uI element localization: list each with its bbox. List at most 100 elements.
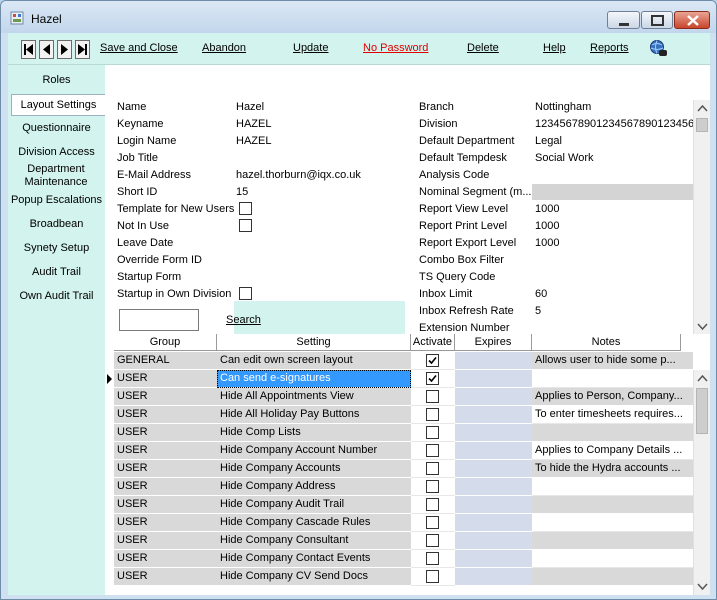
- branch-field[interactable]: Nottingham: [535, 101, 591, 113]
- expires-cell[interactable]: [455, 406, 532, 424]
- table-row[interactable]: GENERAL Can edit own screen layout Allows …: [105, 352, 693, 370]
- row-indicator[interactable]: [105, 388, 114, 406]
- notes-cell[interactable]: [532, 532, 693, 550]
- group-cell[interactable]: USER: [114, 550, 217, 568]
- expires-cell[interactable]: [455, 442, 532, 460]
- short-id-field[interactable]: 15: [236, 186, 248, 198]
- row-indicator[interactable]: [105, 568, 114, 586]
- report-view-level-field[interactable]: 1000: [535, 203, 559, 215]
- table-row[interactable]: USER Hide Company Account Number Applies t…: [105, 442, 693, 460]
- table-row[interactable]: USER Hide All Appointments View Applies to…: [105, 388, 693, 406]
- setting-cell[interactable]: Can send e-signatures: [217, 370, 411, 388]
- setting-cell[interactable]: Hide Company CV Send Docs: [217, 568, 411, 586]
- help-button[interactable]: Help: [543, 42, 566, 54]
- table-row[interactable]: USER Hide Comp Lists: [105, 424, 693, 442]
- table-row[interactable]: USER Hide Company Consultant: [105, 532, 693, 550]
- row-indicator[interactable]: [105, 478, 114, 496]
- expires-cell[interactable]: [455, 460, 532, 478]
- row-indicator[interactable]: [105, 370, 114, 388]
- sidebar-item-roles[interactable]: Roles: [10, 74, 103, 87]
- first-record-button[interactable]: [21, 40, 36, 59]
- not-in-use-checkbox[interactable]: [239, 219, 252, 232]
- table-row[interactable]: USER Hide All Holiday Pay Buttons To enter…: [105, 406, 693, 424]
- row-indicator[interactable]: [105, 550, 114, 568]
- col-header-notes[interactable]: Notes: [532, 334, 681, 351]
- notes-cell[interactable]: Applies to Company Details ...: [532, 442, 693, 460]
- report-print-level-field[interactable]: 1000: [535, 220, 559, 232]
- globe-phone-icon[interactable]: [649, 39, 668, 58]
- activate-checkbox[interactable]: [426, 354, 439, 367]
- default-department-field[interactable]: Legal: [535, 135, 562, 147]
- activate-cell[interactable]: [411, 424, 455, 442]
- table-row[interactable]: USER Hide Company Address: [105, 478, 693, 496]
- inbox-refresh-rate-field[interactable]: 5: [535, 305, 541, 317]
- notes-cell[interactable]: [532, 424, 693, 442]
- activate-cell[interactable]: [411, 388, 455, 406]
- scroll-thumb[interactable]: [696, 118, 708, 132]
- setting-cell[interactable]: Hide All Holiday Pay Buttons: [217, 406, 411, 424]
- template-new-users-checkbox[interactable]: [239, 202, 252, 215]
- setting-cell[interactable]: Hide Company Address: [217, 478, 411, 496]
- row-indicator[interactable]: [105, 406, 114, 424]
- row-indicator[interactable]: [105, 514, 114, 532]
- activate-checkbox[interactable]: [426, 444, 439, 457]
- col-header-activate[interactable]: Activate: [411, 334, 455, 351]
- scroll-down-icon[interactable]: [694, 318, 710, 335]
- col-header-group[interactable]: Group: [114, 334, 217, 351]
- table-row[interactable]: USER Can send e-signatures: [105, 370, 693, 388]
- row-indicator[interactable]: [105, 442, 114, 460]
- row-indicator[interactable]: [105, 496, 114, 514]
- notes-cell[interactable]: Allows user to hide some p...: [532, 352, 693, 370]
- group-cell[interactable]: USER: [114, 406, 217, 424]
- activate-cell[interactable]: [411, 514, 455, 532]
- scroll-up-icon[interactable]: [694, 100, 710, 117]
- group-cell[interactable]: USER: [114, 370, 217, 388]
- keyname-field[interactable]: HAZEL: [236, 118, 271, 130]
- group-cell[interactable]: USER: [114, 478, 217, 496]
- expires-cell[interactable]: [455, 424, 532, 442]
- expires-cell[interactable]: [455, 352, 532, 370]
- group-cell[interactable]: USER: [114, 496, 217, 514]
- startup-own-division-checkbox[interactable]: [239, 287, 252, 300]
- group-cell[interactable]: USER: [114, 514, 217, 532]
- activate-cell[interactable]: [411, 478, 455, 496]
- setting-cell[interactable]: Hide Company Cascade Rules: [217, 514, 411, 532]
- search-button[interactable]: Search: [226, 314, 261, 326]
- setting-cell[interactable]: Hide Company Contact Events: [217, 550, 411, 568]
- inbox-limit-field[interactable]: 60: [535, 288, 547, 300]
- setting-cell[interactable]: Can edit own screen layout: [217, 352, 411, 370]
- notes-cell[interactable]: [532, 568, 693, 586]
- activate-cell[interactable]: [411, 568, 455, 586]
- next-record-button[interactable]: [57, 40, 72, 59]
- report-export-level-field[interactable]: 1000: [535, 237, 559, 249]
- col-header-expires[interactable]: Expires: [455, 334, 532, 351]
- activate-checkbox[interactable]: [426, 516, 439, 529]
- group-cell[interactable]: USER: [114, 568, 217, 586]
- no-password-button[interactable]: No Password: [363, 42, 428, 54]
- row-indicator[interactable]: [105, 352, 114, 370]
- grid-scrollbar[interactable]: [693, 370, 710, 595]
- col-header-setting[interactable]: Setting: [217, 334, 411, 351]
- notes-cell[interactable]: Applies to Person, Company...: [532, 388, 693, 406]
- expires-cell[interactable]: [455, 568, 532, 586]
- division-field[interactable]: 1234567890123456789012345678: [535, 118, 693, 130]
- group-cell[interactable]: USER: [114, 532, 217, 550]
- scroll-down-icon[interactable]: [694, 578, 710, 595]
- notes-cell[interactable]: [532, 550, 693, 568]
- expires-cell[interactable]: [455, 514, 532, 532]
- previous-record-button[interactable]: [39, 40, 54, 59]
- notes-cell[interactable]: [532, 370, 693, 388]
- setting-cell[interactable]: Hide All Appointments View: [217, 388, 411, 406]
- activate-checkbox[interactable]: [426, 426, 439, 439]
- expires-cell[interactable]: [455, 388, 532, 406]
- expires-cell[interactable]: [455, 496, 532, 514]
- activate-cell[interactable]: [411, 496, 455, 514]
- expires-cell[interactable]: [455, 532, 532, 550]
- activate-checkbox[interactable]: [426, 408, 439, 421]
- notes-cell[interactable]: To hide the Hydra accounts ...: [532, 460, 693, 478]
- activate-checkbox[interactable]: [426, 552, 439, 565]
- notes-cell[interactable]: [532, 514, 693, 532]
- activate-checkbox[interactable]: [426, 390, 439, 403]
- table-row[interactable]: USER Hide Company Accounts To hide the Hyd…: [105, 460, 693, 478]
- notes-cell[interactable]: To enter timesheets requires...: [532, 406, 693, 424]
